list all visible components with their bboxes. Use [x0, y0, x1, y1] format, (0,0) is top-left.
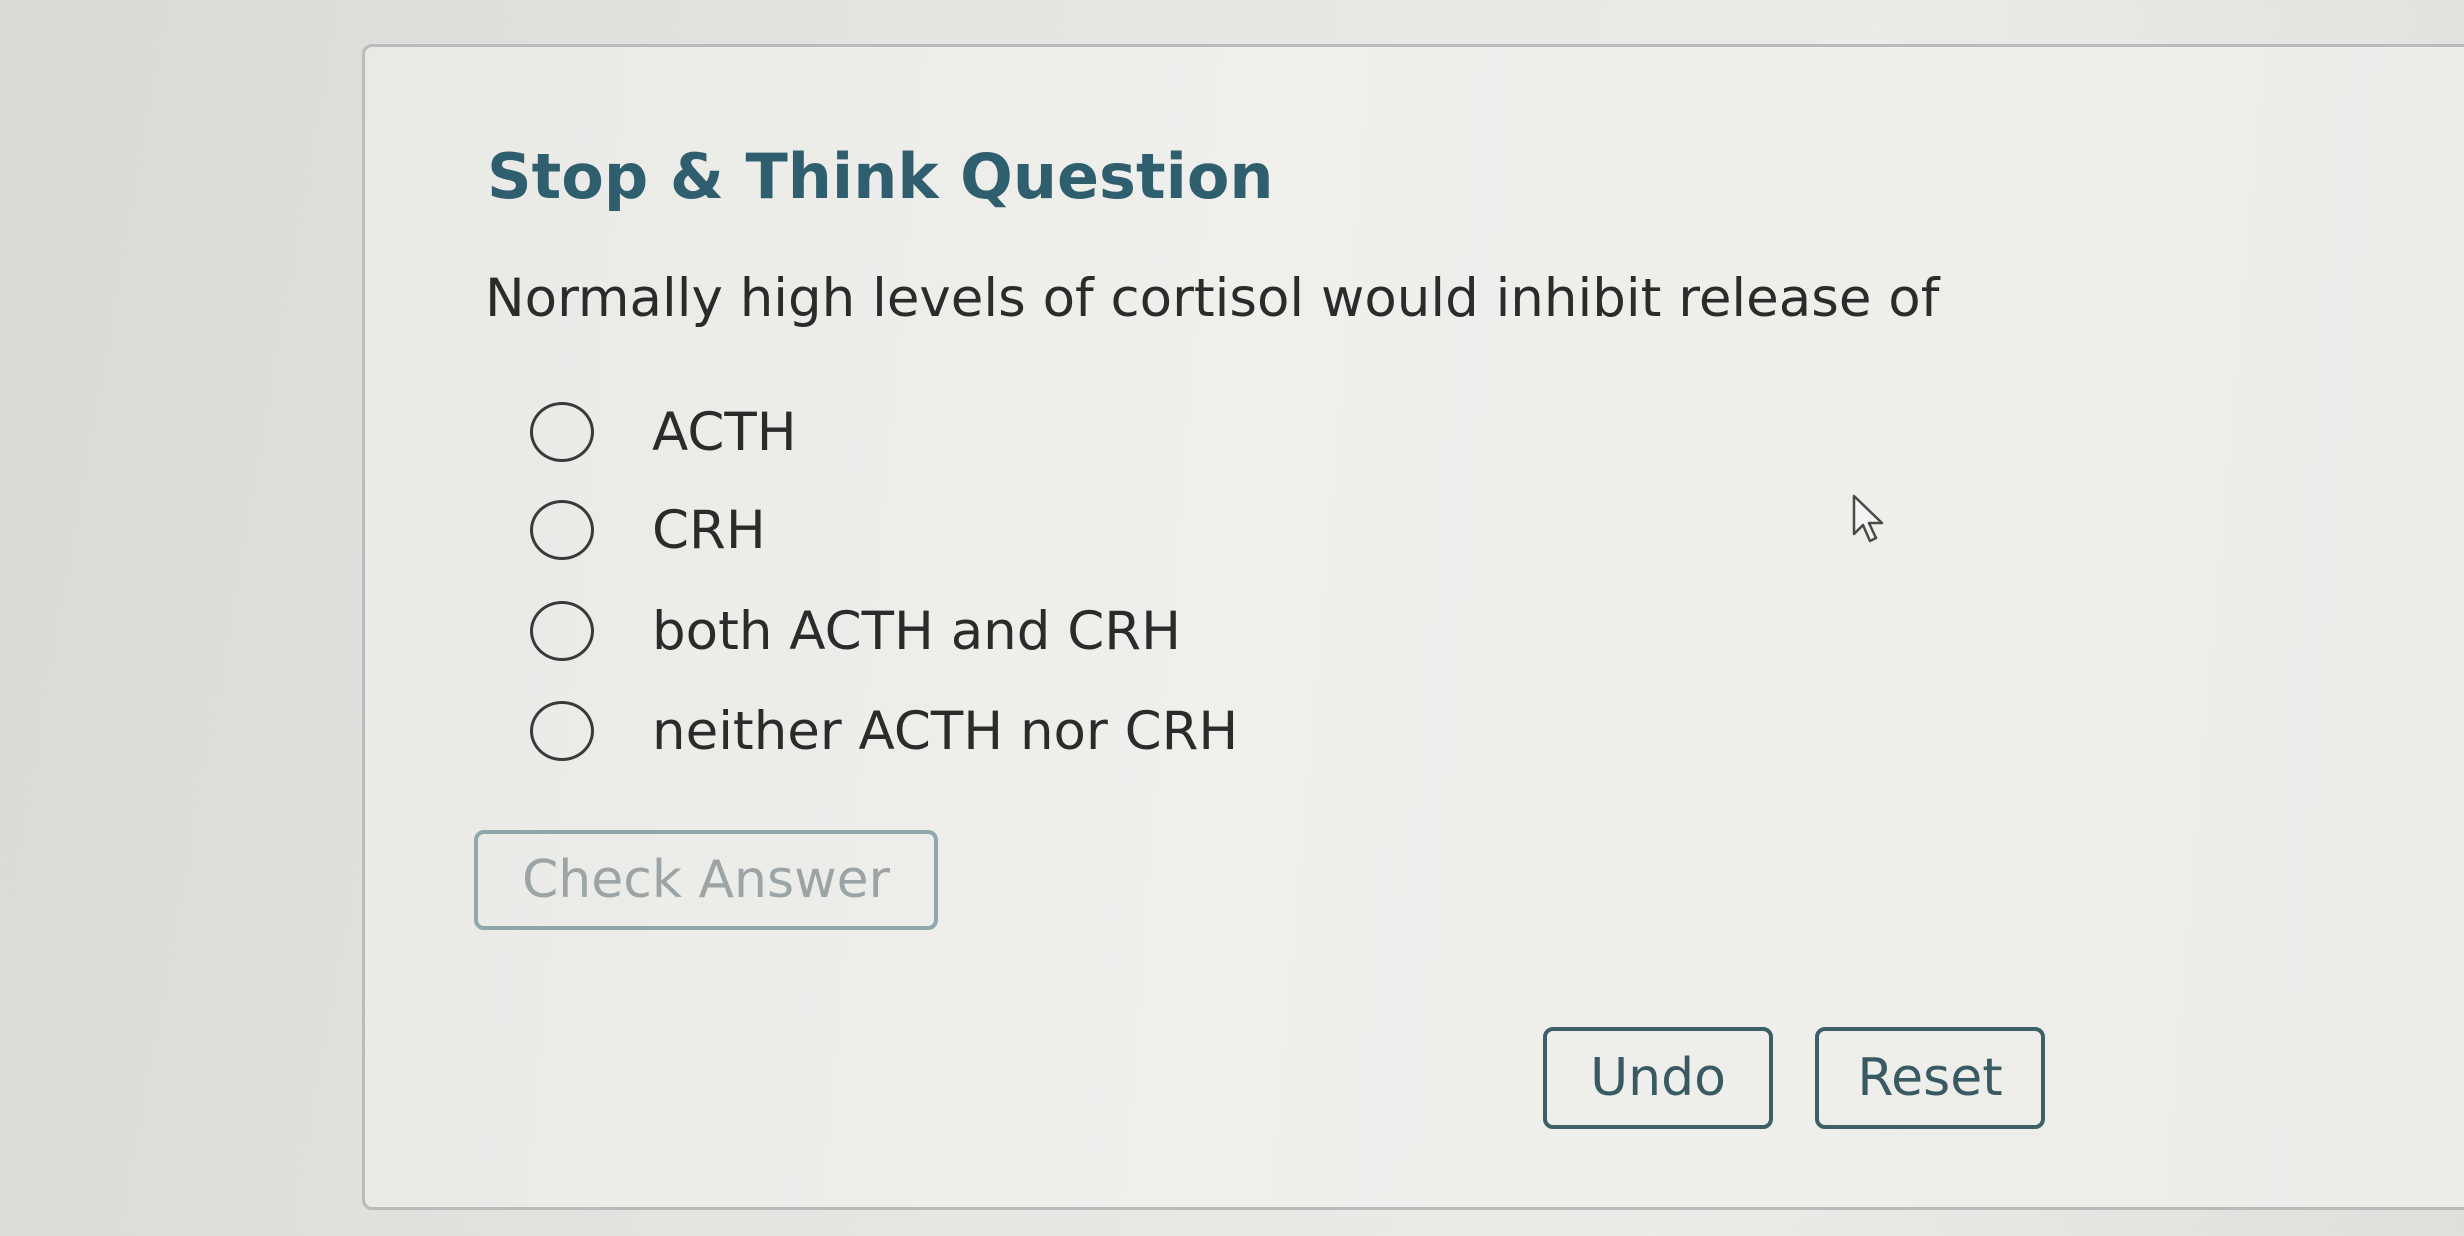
option-crh[interactable]: CRH	[530, 496, 766, 564]
option-acth[interactable]: ACTH	[530, 398, 797, 466]
undo-button[interactable]: Undo	[1543, 1027, 1773, 1129]
option-label: CRH	[652, 499, 766, 561]
radio-unchecked-icon[interactable]	[530, 500, 594, 560]
radio-unchecked-icon[interactable]	[530, 402, 594, 462]
option-label: both ACTH and CRH	[652, 600, 1181, 662]
radio-unchecked-icon[interactable]	[530, 601, 594, 661]
radio-unchecked-icon[interactable]	[530, 701, 594, 761]
mouse-pointer-icon	[1852, 494, 1884, 543]
option-label: neither ACTH nor CRH	[652, 700, 1239, 762]
question-title: Stop & Think Question	[487, 140, 1274, 213]
reset-button[interactable]: Reset	[1815, 1027, 2045, 1129]
option-both[interactable]: both ACTH and CRH	[530, 597, 1181, 665]
check-answer-button[interactable]: Check Answer	[474, 830, 938, 930]
option-label: ACTH	[652, 401, 797, 463]
question-text: Normally high levels of cortisol would i…	[485, 268, 1940, 329]
option-neither[interactable]: neither ACTH nor CRH	[530, 697, 1238, 765]
